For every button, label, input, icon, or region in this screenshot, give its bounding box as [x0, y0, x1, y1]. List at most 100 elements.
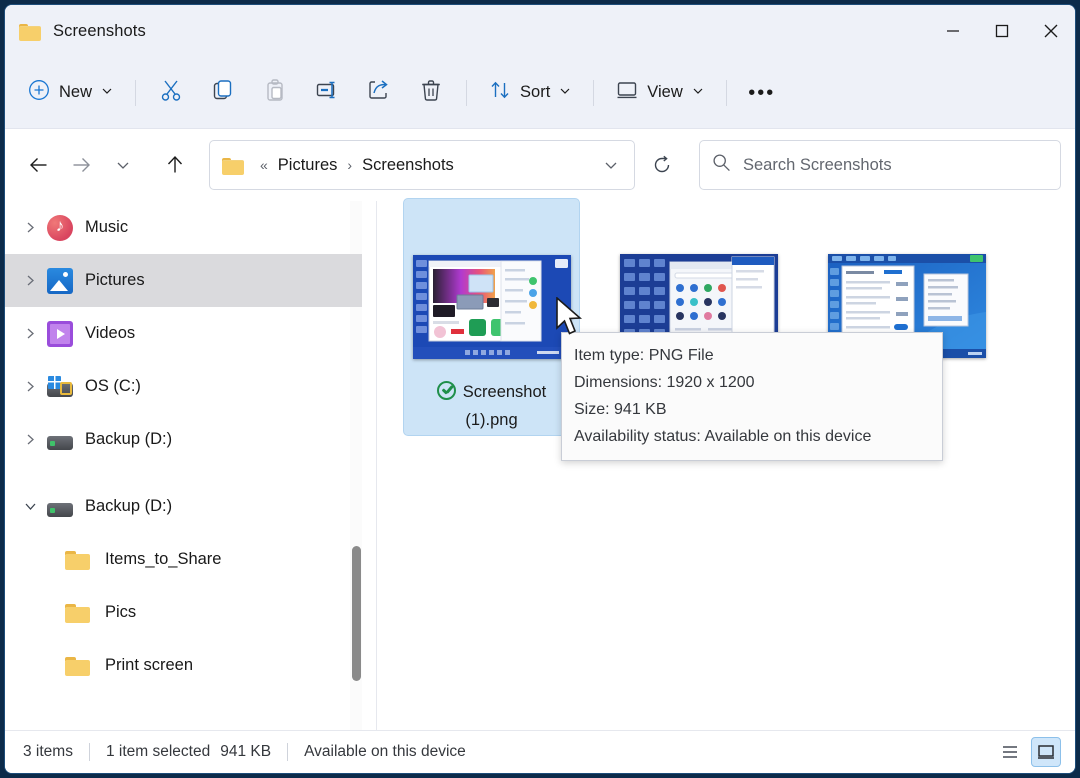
status-bar: 3 items 1 item selected 941 KB Available…	[5, 730, 1075, 773]
sidebar-item-items-to-share[interactable]: Items_to_Share	[5, 533, 362, 586]
tooltip-item-type: Item type: PNG File	[574, 347, 714, 364]
window-title: Screenshots	[53, 21, 146, 40]
status-selection: 1 item selected	[105, 743, 211, 760]
sidebar-item-backup-d[interactable]: Backup (D:)	[5, 413, 362, 466]
file-explorer-window: Screenshots New Sort View ••• « Pictures…	[4, 4, 1076, 774]
refresh-button[interactable]	[641, 144, 683, 186]
toolbar-divider-3	[593, 79, 595, 106]
chevron-right-icon[interactable]	[13, 208, 47, 248]
view-toggle-group	[995, 737, 1075, 767]
title-bar: Screenshots	[5, 5, 1075, 57]
sidebar-item-label: Pics	[105, 603, 137, 621]
up-button[interactable]	[155, 145, 195, 185]
sidebar-item-label: Music	[85, 218, 129, 236]
list-view-button[interactable]	[995, 737, 1025, 767]
close-button[interactable]	[1026, 5, 1075, 57]
copy-icon	[211, 78, 235, 107]
sort-button-label: Sort	[520, 83, 551, 101]
chevron-right-icon[interactable]	[13, 420, 47, 460]
plus-circle-icon	[28, 79, 50, 106]
new-button[interactable]: New	[15, 71, 126, 115]
file-info-tooltip: Item type: PNG File Dimensions: 1920 x 1…	[561, 332, 943, 461]
more-options-button[interactable]: •••	[736, 71, 788, 115]
rename-icon	[315, 78, 339, 107]
back-button[interactable]	[19, 145, 59, 185]
maximize-button[interactable]	[977, 5, 1026, 57]
folder-icon	[65, 551, 91, 571]
search-input[interactable]	[743, 155, 1048, 175]
chevron-right-icon[interactable]	[13, 261, 47, 301]
sidebar-item-print-screen[interactable]: Print screen	[5, 639, 362, 692]
search-box[interactable]	[699, 140, 1061, 190]
tooltip-size: Size: 941 KB	[574, 401, 667, 418]
toolbar-divider-4	[725, 79, 727, 106]
status-item-count: 3 items	[23, 743, 73, 760]
window-title-group: Screenshots	[5, 22, 146, 41]
chevron-down-icon[interactable]	[101, 84, 113, 102]
sidebar-item-label: Items_to_Share	[105, 550, 222, 568]
breadcrumb-dropdown-button[interactable]	[594, 145, 628, 185]
navigation-pane: Music Pictures Videos	[5, 201, 377, 730]
mouse-cursor	[555, 296, 585, 344]
toolbar-divider-2	[466, 79, 468, 106]
delete-button[interactable]	[405, 71, 457, 115]
sidebar-item-pictures[interactable]: Pictures	[5, 254, 362, 307]
window-controls	[928, 5, 1075, 57]
file-name: Screenshot (1).png	[412, 378, 572, 434]
forward-button[interactable]	[61, 145, 101, 185]
breadcrumb-overflow[interactable]: «	[254, 157, 274, 173]
status-divider-2	[287, 743, 289, 761]
toolbar-divider-1	[135, 79, 137, 106]
sidebar-item-label: Print screen	[105, 656, 194, 674]
breadcrumb-item-screenshots[interactable]: Screenshots	[358, 152, 458, 179]
folder-icon	[65, 657, 91, 677]
sidebar-item-backup-d-expanded[interactable]: Backup (D:)	[5, 480, 362, 533]
sidebar-item-videos[interactable]: Videos	[5, 307, 362, 360]
cut-button[interactable]	[145, 71, 197, 115]
breadcrumb[interactable]: « Pictures › Screenshots	[209, 140, 635, 190]
paste-button[interactable]	[249, 71, 301, 115]
status-divider-1	[88, 743, 90, 761]
status-selection-size: 941 KB	[220, 743, 272, 760]
chevron-down-icon[interactable]	[559, 84, 571, 102]
tooltip-availability: Availability status: Available on this d…	[574, 428, 872, 445]
available-offline-check-icon	[436, 381, 456, 400]
thumbnail	[412, 248, 572, 366]
folder-icon	[19, 22, 41, 41]
sidebar-item-pics[interactable]: Pics	[5, 586, 362, 639]
chevron-down-icon[interactable]	[692, 84, 704, 102]
sort-button[interactable]: Sort	[476, 71, 584, 115]
sidebar-item-music[interactable]: Music	[5, 201, 362, 254]
breadcrumb-item-pictures[interactable]: Pictures	[274, 152, 342, 179]
file-item[interactable]: Screenshot (1).png	[403, 198, 580, 436]
sort-arrows-icon	[489, 79, 511, 106]
folder-icon	[222, 156, 244, 175]
sidebar-item-label: Backup (D:)	[85, 497, 173, 515]
sidebar-item-label: Pictures	[85, 271, 145, 289]
sidebar-item-os-c[interactable]: OS (C:)	[5, 360, 362, 413]
recent-locations-button[interactable]	[103, 145, 143, 185]
details-view-button[interactable]	[1031, 737, 1061, 767]
thumbnail-image-windows-11-desktop-with-widgets	[412, 255, 571, 359]
view-button[interactable]: View	[603, 71, 716, 115]
file-list-view[interactable]: Screenshot (1).png Item type: PNG File D…	[377, 198, 1075, 730]
ellipsis-icon: •••	[748, 81, 776, 104]
chevron-right-icon[interactable]	[13, 367, 47, 407]
scissors-icon	[159, 78, 183, 107]
chevron-down-icon[interactable]	[13, 487, 47, 527]
rename-button[interactable]	[301, 71, 353, 115]
view-button-label: View	[647, 83, 683, 101]
breadcrumb-separator: ›	[347, 157, 353, 173]
trash-icon	[419, 78, 443, 107]
address-bar: « Pictures › Screenshots	[5, 129, 1075, 201]
copy-button[interactable]	[197, 71, 249, 115]
minimize-button[interactable]	[928, 5, 977, 57]
drive-icon	[47, 435, 73, 450]
sidebar-item-label: OS (C:)	[85, 377, 141, 395]
music-icon	[47, 213, 73, 241]
chevron-right-icon[interactable]	[13, 314, 47, 354]
drive-icon	[47, 502, 73, 517]
folder-icon	[65, 604, 91, 624]
videos-icon	[47, 320, 73, 347]
share-button[interactable]	[353, 71, 405, 115]
